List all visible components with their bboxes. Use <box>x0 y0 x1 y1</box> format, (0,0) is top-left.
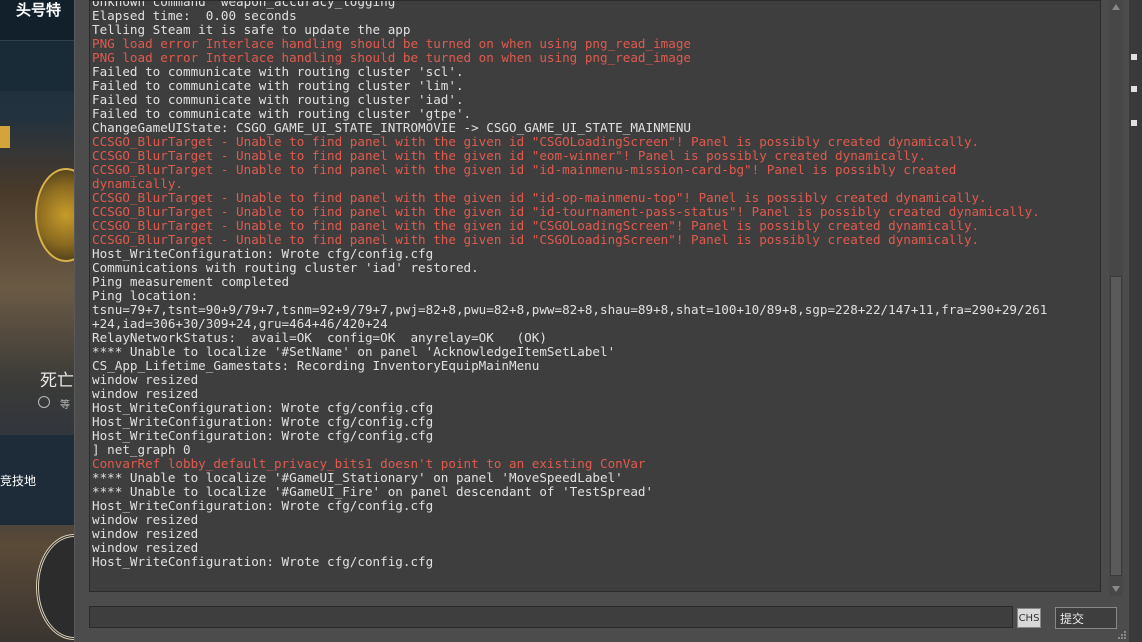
console-line: Host_WriteConfiguration: Wrote cfg/confi… <box>92 414 434 429</box>
console-line: Failed to communicate with routing clust… <box>92 78 464 93</box>
console-line: Host_WriteConfiguration: Wrote cfg/confi… <box>92 554 434 569</box>
console-line: tsnu=79+7,tsnt=90+9/79+7,tsnm=92+9/79+7,… <box>92 302 1048 317</box>
console-line: Failed to communicate with routing clust… <box>92 92 464 107</box>
clock-icon <box>38 396 50 408</box>
console-line: window resized <box>92 540 199 555</box>
console-line: PNG load error Interlace handling should… <box>92 36 691 51</box>
console-line: CCSGO_BlurTarget - Unable to find panel … <box>92 232 980 247</box>
submit-button[interactable]: 提交 <box>1055 607 1117 629</box>
console-line: Failed to communicate with routing clust… <box>92 106 472 121</box>
console-line: Host_WriteConfiguration: Wrote cfg/confi… <box>92 246 434 261</box>
console-line: CCSGO_BlurTarget - Unable to find panel … <box>92 134 980 149</box>
console-line: CCSGO_BlurTarget - Unable to find panel … <box>92 162 957 177</box>
resize-grip-icon[interactable] <box>1117 630 1127 640</box>
console-line: window resized <box>92 372 199 387</box>
console-output[interactable]: Unknown command "weapon_accuracy_logging… <box>89 0 1101 592</box>
console-line: CS_App_Lifetime_Gamestats: Recording Inv… <box>92 358 540 373</box>
ime-indicator[interactable]: CHS <box>1017 608 1041 628</box>
console-line: CCSGO_BlurTarget - Unable to find panel … <box>92 190 987 205</box>
console-line: Failed to communicate with routing clust… <box>92 64 464 79</box>
scrollbar-thumb[interactable] <box>1110 276 1122 576</box>
console-line: ] net_graph 0 <box>92 442 191 457</box>
square-icon <box>1131 120 1137 126</box>
console-line: Telling Steam it is safe to update the a… <box>92 22 411 37</box>
console-line: CCSGO_BlurTarget - Unable to find panel … <box>92 148 927 163</box>
console-scrollbar[interactable] <box>1109 0 1123 596</box>
console-line: ChangeGameUIState: CSGO_GAME_UI_STATE_IN… <box>92 120 691 135</box>
console-line: CCSGO_BlurTarget - Unable to find panel … <box>92 204 1040 219</box>
square-icon <box>1131 54 1137 60</box>
scroll-up-arrow-icon[interactable] <box>1112 4 1120 10</box>
console-line: Ping measurement completed <box>92 274 290 289</box>
console-line: Host_WriteConfiguration: Wrote cfg/confi… <box>92 400 434 415</box>
console-line: RelayNetworkStatus: avail=OK config=OK a… <box>92 330 547 345</box>
console-line: Ping location: <box>92 288 199 303</box>
console-line: window resized <box>92 386 199 401</box>
console-line: ConvarRef lobby_default_privacy_bits1 do… <box>92 456 646 471</box>
console-line: **** Unable to localize '#GameUI_Station… <box>92 470 623 485</box>
console-line: window resized <box>92 526 199 541</box>
game-card-title: 死亡 <box>40 371 74 391</box>
developer-console-window: Unknown command "weapon_accuracy_logging… <box>74 0 1129 642</box>
console-line: dynamically. <box>92 176 183 191</box>
console-line: PNG load error Interlace handling should… <box>92 50 691 65</box>
console-line: +24,iad=306+30/309+24,gru=464+46/420+24 <box>92 316 388 331</box>
console-line: Communications with routing cluster 'iad… <box>92 260 479 275</box>
console-command-input[interactable] <box>89 606 1013 628</box>
console-line: CCSGO_BlurTarget - Unable to find panel … <box>92 218 980 233</box>
console-lines: Unknown command "weapon_accuracy_logging… <box>92 1 1100 569</box>
game-right-strip <box>1128 0 1142 642</box>
console-line: window resized <box>92 512 199 527</box>
console-line: **** Unable to localize '#GameUI_Fire' o… <box>92 484 654 499</box>
game-side-label: 竞技地 <box>0 474 37 488</box>
game-nav-band <box>0 40 80 91</box>
console-line: **** Unable to localize '#SetName' on pa… <box>92 344 616 359</box>
square-icon <box>1131 86 1137 92</box>
console-line: Host_WriteConfiguration: Wrote cfg/confi… <box>92 428 434 443</box>
game-background: 头号特 死亡 等 竞技地 <box>0 0 80 642</box>
console-line: Host_WriteConfiguration: Wrote cfg/confi… <box>92 498 434 513</box>
game-clock-text: 等 <box>60 400 70 411</box>
game-tag-icon <box>0 126 10 148</box>
game-title: 头号特 <box>16 1 62 19</box>
scroll-down-arrow-icon[interactable] <box>1112 586 1120 592</box>
console-line: Elapsed time: 0.00 seconds <box>92 8 297 23</box>
